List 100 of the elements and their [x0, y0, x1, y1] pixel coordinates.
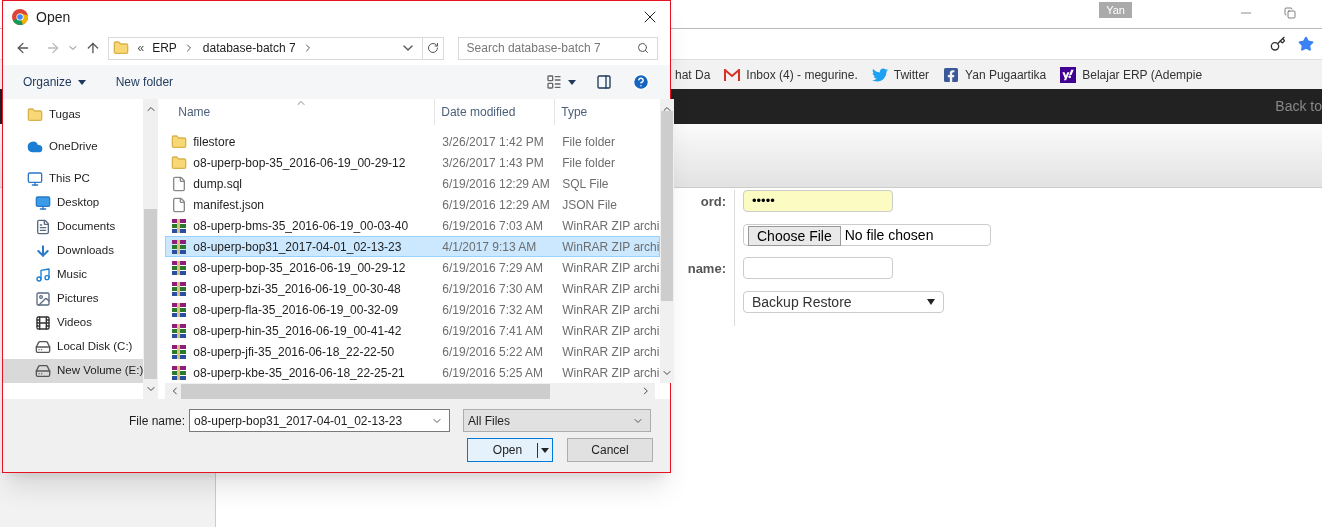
file-name: o8-uperp-hin-35_2016-06-19_00-41-42 — [193, 322, 402, 340]
file-row[interactable]: o8-uperp-hin-35_2016-06-19_00-41-42 6/19/2016 7:41 AM WinRAR ZIP archi — [165, 320, 661, 341]
open-button[interactable]: Open — [467, 438, 553, 462]
search-icon — [637, 42, 649, 54]
nav-pane-item[interactable]: Pictures — [3, 287, 144, 311]
file-icon — [171, 175, 188, 192]
archive-icon — [171, 301, 188, 318]
field-label: ord: — [700, 193, 726, 211]
file-row[interactable]: o8-uperp-bop-35_2016-06-19_00-29-12 3/26/2017 1:43 PM File folder — [165, 152, 661, 173]
column-header[interactable]: Date modified — [435, 99, 556, 125]
dialog-title: Open — [36, 7, 71, 27]
password-field[interactable]: ••••• — [743, 190, 893, 212]
type-cell-text: WinRAR ZIP archi — [561, 322, 660, 340]
bookmark-item[interactable]: Inbox (4) - megurine. — [724, 65, 858, 84]
nav-pane-item[interactable]: OneDrive — [3, 135, 144, 159]
file-type-dropdown[interactable]: All Files — [463, 409, 651, 432]
help-icon[interactable] — [632, 73, 650, 91]
file-name: o8-uperp-fla-35_2016-06-19_00-32-09 — [193, 301, 399, 319]
search-field[interactable]: Search database-batch 7 — [457, 36, 658, 60]
refresh-icon — [426, 42, 439, 54]
view-icon[interactable] — [546, 74, 562, 90]
file-name: o8-uperp-bop31_2017-04-01_02-13-23 — [193, 238, 402, 256]
file-row[interactable]: o8-uperp-fla-35_2016-06-19_00-32-09 6/19/2016 7:32 AM WinRAR ZIP archi — [165, 299, 661, 320]
file-row[interactable]: o8-uperp-kbe-35_2016-06-18_22-25-21 6/19/2016 5:25 AM WinRAR ZIP archi — [165, 362, 661, 383]
file-row[interactable]: o8-uperp-jfi-35_2016-06-18_22-22-50 6/19/2016 5:22 AM WinRAR ZIP archi — [165, 341, 661, 362]
type-cell-text: JSON File — [561, 196, 618, 214]
date-cell-text: 4/1/2017 9:13 AM — [441, 238, 538, 256]
date-cell-text: 3/26/2017 1:42 PM — [441, 133, 545, 151]
scrollbar[interactable] — [660, 99, 675, 383]
nav-pane-item[interactable]: Downloads — [3, 239, 144, 263]
nav-pane-item[interactable]: Tugas — [3, 103, 144, 127]
caret-icon[interactable] — [541, 447, 549, 453]
file-name: o8-uperp-bop-35_2016-06-19_00-29-12 — [193, 154, 406, 172]
download-icon — [35, 243, 51, 259]
cloud-icon — [27, 139, 43, 155]
scrollbar[interactable] — [143, 99, 159, 399]
bookmark-item[interactable]: Yan Pugaartika — [943, 65, 1047, 84]
archive-icon — [171, 343, 188, 360]
type-cell-text: WinRAR ZIP archi — [561, 259, 660, 277]
type-cell-text: File folder — [561, 154, 616, 172]
preview-pane-icon[interactable] — [596, 74, 612, 90]
organize-menu[interactable]: Organize — [23, 73, 86, 91]
field-label: name: — [687, 260, 726, 278]
column-header[interactable]: Name — [165, 99, 436, 125]
new-folder-button[interactable]: New folder — [115, 73, 174, 91]
document-icon — [35, 219, 51, 235]
back-link[interactable]: Back to — [1275, 96, 1322, 117]
file-name: o8-uperp-kbe-35_2016-06-18_22-25-21 — [193, 364, 405, 382]
file-row[interactable]: o8-uperp-bzi-35_2016-06-19_00-30-48 6/19/2016 7:30 AM WinRAR ZIP archi — [165, 278, 661, 299]
breadcrumb-item[interactable]: database-batch 7 — [202, 39, 296, 57]
address-bar[interactable]: « ERP database-batch 7 — [108, 36, 444, 60]
file-row[interactable]: filestore 3/26/2017 1:42 PM File folder — [165, 131, 661, 152]
archive-icon — [171, 364, 188, 381]
restore-icon[interactable] — [1284, 7, 1296, 19]
cancel-button[interactable]: Cancel — [567, 438, 653, 462]
archive-icon — [171, 280, 188, 297]
bookmark-item[interactable]: hat Da — [675, 65, 711, 84]
bookmark-item[interactable]: Twitter — [871, 65, 930, 84]
date-cell-text: 6/19/2016 12:29 AM — [441, 196, 551, 214]
date-cell-text: 6/19/2016 7:03 AM — [441, 217, 545, 235]
file-name: o8-uperp-bms-35_2016-06-19_00-03-40 — [193, 217, 409, 235]
file-row[interactable]: dump.sql 6/19/2016 12:29 AM SQL File — [165, 173, 661, 194]
key-icon[interactable] — [1270, 36, 1286, 52]
archive-icon — [171, 322, 188, 339]
nav-pane-item[interactable]: Documents — [3, 215, 144, 239]
column-header[interactable]: Type — [555, 99, 661, 125]
file-name-label: File name: — [127, 412, 186, 430]
view-caret-icon[interactable] — [568, 79, 576, 85]
music-icon — [35, 267, 51, 283]
file-row[interactable]: o8-uperp-bop-35_2016-06-19_00-29-12 6/19/2016 7:29 AM WinRAR ZIP archi — [165, 257, 661, 278]
select-dropdown[interactable]: Backup Restore — [743, 291, 944, 313]
nav-pane-item[interactable]: New Volume (E:) — [3, 359, 144, 383]
bird-icon — [871, 66, 888, 83]
archive-icon — [171, 238, 188, 255]
file-input[interactable]: Choose File No file chosen — [743, 224, 991, 246]
archive-icon — [171, 259, 188, 276]
date-cell-text: 6/19/2016 5:22 AM — [441, 343, 545, 361]
nav-pane-item[interactable]: Music — [3, 263, 144, 287]
nav-pane-item[interactable]: Desktop — [3, 191, 144, 215]
folder-icon — [171, 133, 188, 150]
scrollbar[interactable] — [165, 383, 656, 399]
file-row[interactable]: o8-uperp-bms-35_2016-06-19_00-03-40 6/19/2016 7:03 AM WinRAR ZIP archi — [165, 215, 661, 236]
nav-pane-item[interactable]: Videos — [3, 311, 144, 335]
breadcrumb-item[interactable]: ERP — [152, 39, 177, 57]
file-row[interactable]: manifest.json 6/19/2016 12:29 AM JSON File — [165, 194, 661, 215]
file-name-combobox[interactable]: o8-uperp-bop31_2017-04-01_02-13-23 — [189, 409, 450, 432]
date-cell-text: 6/19/2016 12:29 AM — [441, 175, 551, 193]
bookmark-item[interactable]: Belajar ERP (Adempie — [1060, 65, 1203, 84]
facebook-icon — [943, 66, 960, 83]
text-field[interactable] — [743, 257, 893, 279]
type-cell-text: WinRAR ZIP archi — [561, 301, 660, 319]
type-cell-text: WinRAR ZIP archi — [561, 343, 660, 361]
choose-file-button[interactable]: Choose File — [748, 226, 841, 246]
type-cell-text: WinRAR ZIP archi — [561, 364, 660, 382]
nav-pane-item[interactable]: This PC — [3, 167, 144, 191]
file-row[interactable]: o8-uperp-bop31_2017-04-01_02-13-23 4/1/2017 9:13 AM WinRAR ZIP archi — [165, 236, 661, 257]
file-name: o8-uperp-bzi-35_2016-06-19_00-30-48 — [193, 280, 401, 298]
bookmark-star-icon[interactable] — [1298, 36, 1314, 52]
nav-pane-item[interactable]: Local Disk (C:) — [3, 335, 144, 359]
overflow-mark[interactable]: « — [137, 39, 145, 57]
